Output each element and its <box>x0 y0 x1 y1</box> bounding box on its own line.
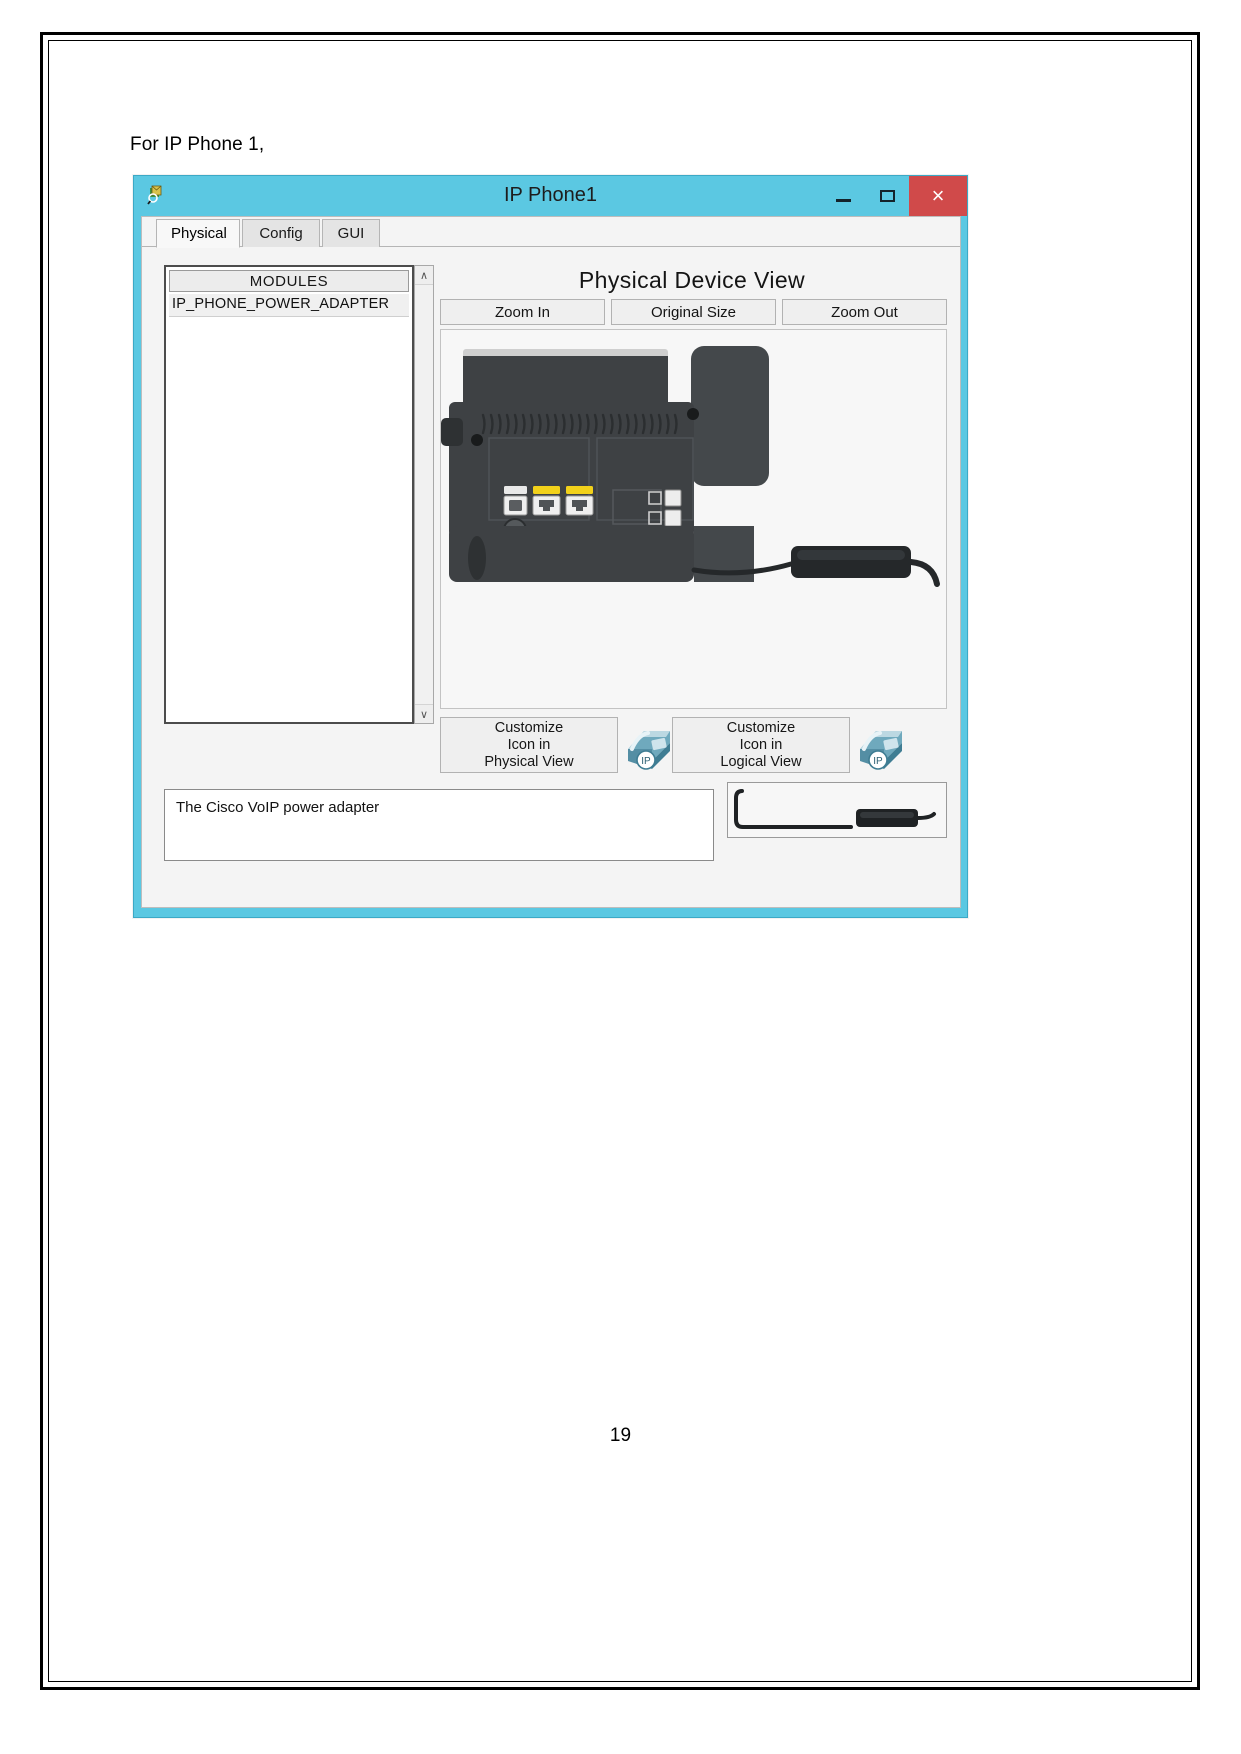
customize-icon-physical-view-button[interactable]: Customize Icon in Physical View <box>440 717 618 773</box>
minimize-icon <box>835 198 851 202</box>
close-icon: × <box>931 183 945 208</box>
customize-icon-logical-view-button[interactable]: Customize Icon in Logical View <box>672 717 850 773</box>
document-page: For IP Phone 1, IP Phone1 × Physical Con… <box>0 0 1241 1754</box>
cisco-ip-phone-rear-image <box>441 346 940 587</box>
customize-physical-line3: Physical View <box>484 753 574 770</box>
maximize-button[interactable] <box>865 176 909 216</box>
customize-logical-line3: Logical View <box>720 753 802 770</box>
modules-scrollbar[interactable]: ∧ ∨ <box>414 265 434 724</box>
physical-device-view-title: Physical Device View <box>578 267 806 293</box>
tab-physical[interactable]: Physical <box>156 219 240 248</box>
ip-phone-icon-logical: IP <box>854 719 908 771</box>
customize-logical-line1: Customize <box>726 719 796 736</box>
ip-phone-icon-physical: IP <box>622 719 676 771</box>
tab-config[interactable]: Config <box>242 219 320 247</box>
tabstrip: Physical Config GUI <box>142 217 960 248</box>
device-image-canvas[interactable] <box>440 329 947 709</box>
page-number: 19 <box>609 1425 632 1446</box>
module-preview-box <box>727 782 947 838</box>
power-adapter-preview-icon <box>734 789 936 829</box>
zoom-button-bar: Zoom In Original Size Zoom Out <box>440 299 947 325</box>
ip-phone-window: IP Phone1 × Physical Config GUI MODULES … <box>133 175 968 918</box>
module-item-ip-phone-power-adapter[interactable]: IP_PHONE_POWER_ADAPTER <box>169 294 409 317</box>
minimize-button[interactable] <box>821 176 865 216</box>
zoom-in-button[interactable]: Zoom In <box>440 299 605 325</box>
modules-panel: MODULES IP_PHONE_POWER_ADAPTER <box>164 265 414 724</box>
close-button[interactable]: × <box>909 176 967 216</box>
scroll-up-icon[interactable]: ∧ <box>415 266 433 285</box>
window-controls: × <box>821 176 967 216</box>
svg-text:IP: IP <box>641 756 651 767</box>
svg-text:IP: IP <box>873 756 883 767</box>
original-size-button[interactable]: Original Size <box>611 299 776 325</box>
modules-list[interactable]: IP_PHONE_POWER_ADAPTER <box>169 294 409 719</box>
module-description-text: The Cisco VoIP power adapter <box>176 799 380 816</box>
document-caption: For IP Phone 1, <box>130 134 265 155</box>
customize-logical-line2: Icon in <box>739 736 783 753</box>
modules-header: MODULES <box>169 270 409 292</box>
window-client-area: Physical Config GUI MODULES IP_PHONE_POW… <box>141 216 961 908</box>
customize-physical-line1: Customize <box>494 719 564 736</box>
tab-gui[interactable]: GUI <box>322 219 380 247</box>
zoom-out-button[interactable]: Zoom Out <box>782 299 947 325</box>
window-titlebar: IP Phone1 × <box>134 176 967 216</box>
customize-icon-row: Customize Icon in Physical View IP Custo… <box>440 717 947 775</box>
customize-physical-line2: Icon in <box>507 736 551 753</box>
module-description-box: The Cisco VoIP power adapter <box>164 789 714 861</box>
maximize-icon <box>879 190 895 202</box>
scroll-down-icon[interactable]: ∨ <box>415 704 433 723</box>
